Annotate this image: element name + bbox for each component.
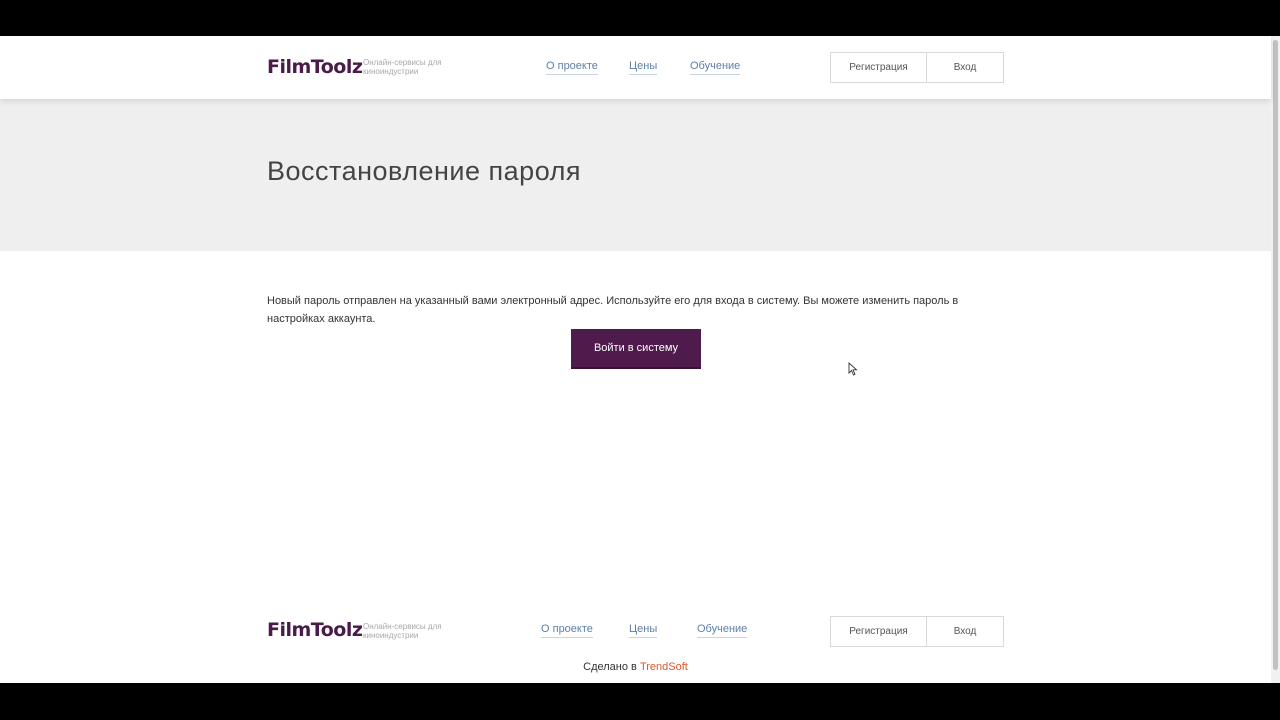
- mouse-cursor-icon: [848, 362, 858, 376]
- footer-link-about[interactable]: О проекте: [541, 623, 593, 638]
- footer-login-button[interactable]: Вход: [927, 617, 1003, 646]
- site-tagline: Онлайн-сервисы для киноиндустрии: [363, 58, 442, 76]
- page-hero: Восстановление пароля: [0, 99, 1271, 251]
- nav-link-prices[interactable]: Цены: [629, 60, 658, 75]
- footer-credit-brand[interactable]: TrendSoft: [640, 661, 688, 673]
- browser-viewport: FilmToolz Онлайн-сервисы для киноиндустр…: [0, 36, 1280, 683]
- login-button[interactable]: Вход: [927, 53, 1003, 82]
- footer-credit-prefix: Сделано в: [583, 661, 637, 673]
- footer-link-prices[interactable]: Цены: [629, 623, 658, 638]
- auth-buttons: Регистрация Вход: [830, 52, 1004, 83]
- nav-link-about[interactable]: О проекте: [546, 60, 598, 75]
- site-header: FilmToolz Онлайн-сервисы для киноиндустр…: [0, 36, 1271, 99]
- nav-link-learning[interactable]: Обучение: [690, 60, 741, 75]
- footer-auth-buttons: Регистрация Вход: [830, 616, 1004, 647]
- site-logo[interactable]: FilmToolz: [267, 56, 363, 78]
- footer-link-learning[interactable]: Обучение: [697, 623, 748, 638]
- register-button[interactable]: Регистрация: [831, 53, 927, 82]
- footer-register-button[interactable]: Регистрация: [831, 617, 927, 646]
- recovery-message: Новый пароль отправлен на указанный вами…: [267, 295, 959, 325]
- sign-in-button[interactable]: Войти в систему: [571, 329, 701, 367]
- page-title: Восстановление пароля: [267, 156, 581, 186]
- vertical-scrollbar[interactable]: [1271, 36, 1280, 683]
- footer-tagline: Онлайн-сервисы для киноиндустрии: [363, 622, 442, 640]
- footer-logo[interactable]: FilmToolz: [267, 619, 363, 641]
- footer-credit: Сделано в TrendSoft: [0, 661, 1271, 673]
- scrollbar-thumb[interactable]: [1273, 40, 1278, 670]
